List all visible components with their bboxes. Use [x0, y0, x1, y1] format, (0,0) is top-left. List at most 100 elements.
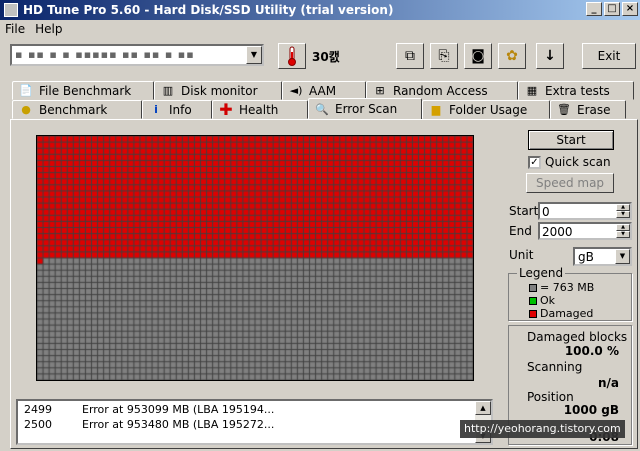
options-button[interactable]: ✿ — [498, 43, 526, 69]
position-value: 1000 gB — [563, 403, 619, 417]
copy-text-button[interactable]: ⎘ — [430, 43, 458, 69]
log-row-text: Error at 953480 MB (LBA 195272... — [82, 418, 275, 431]
copy-info-button[interactable]: ⧉ — [396, 43, 424, 69]
options-icon: ✿ — [506, 48, 518, 64]
tab-label: Extra tests — [545, 83, 610, 98]
scanning-value: n/a — [597, 376, 619, 390]
green-swatch — [529, 296, 537, 305]
end-field-label: End — [509, 224, 532, 238]
thermometer-icon — [288, 46, 296, 66]
damaged-blocks-label: Damaged blocks — [527, 330, 628, 344]
magnifier-icon: 🔍 — [315, 102, 329, 116]
tab-label: Folder Usage — [449, 102, 528, 117]
menu-file[interactable]: File — [0, 22, 30, 36]
tab-label: Info — [169, 102, 192, 117]
end-value: 2000 — [542, 225, 573, 239]
temperature-readout: 30캜 — [312, 50, 340, 64]
unit-label: Unit — [509, 248, 534, 262]
menu-bar: File Help — [0, 20, 640, 38]
tab-label: Health — [239, 102, 279, 117]
app-icon — [4, 3, 18, 17]
drive-select-value: ▪ ▪▪ ▪ ▪ ▪▪▪▪▪ ▪▪ ▪▪ ▪ ▪▪ ▪▪▪▪▪▪ — [15, 48, 195, 62]
close-button[interactable]: × — [622, 2, 638, 16]
start-button[interactable]: Start — [528, 130, 614, 150]
legend-item-ok: Ok — [529, 294, 555, 307]
minimize-button[interactable]: _ — [586, 2, 602, 16]
clipboard-icon: ⎘ — [438, 48, 450, 64]
download-arrow-icon: ↓ — [544, 48, 556, 64]
log-row-text: Error at 953099 MB (LBA 195194... — [82, 403, 275, 416]
tab-folder-usage[interactable]: ▆ Folder Usage — [422, 100, 550, 119]
tab-erase[interactable]: 🗑 Erase — [550, 100, 626, 119]
tab-label: Erase — [577, 102, 611, 117]
tab-file-benchmark[interactable]: 📄 File Benchmark — [12, 81, 154, 100]
quick-scan-checkbox[interactable]: ✓ Quick scan — [528, 155, 611, 169]
title-bar: HD Tune Pro 5.60 - Hard Disk/SSD Utility… — [0, 0, 640, 20]
thermometer-button[interactable] — [278, 43, 306, 69]
legend-label: = 763 MB — [540, 281, 595, 294]
exit-button[interactable]: Exit — [582, 43, 636, 69]
folder-icon: ▆ — [431, 103, 441, 116]
spin-arrows-icon[interactable]: ▲ ▼ — [616, 224, 630, 238]
tab-disk-monitor[interactable]: ▥ Disk monitor — [154, 81, 282, 100]
spin-arrows-icon[interactable]: ▲ ▼ — [616, 204, 630, 218]
maximize-button[interactable]: □ — [604, 2, 620, 16]
damaged-blocks-value: 100.0 % — [564, 344, 619, 358]
start-value: 0 — [542, 205, 550, 219]
watermark: http://yeohorang.tistory.com — [460, 420, 625, 438]
scan-block-map — [36, 135, 474, 381]
health-cross-icon: ✚ — [219, 100, 233, 119]
trash-icon: 🗑 — [557, 103, 571, 116]
scroll-up-icon[interactable]: ▲ — [475, 401, 491, 415]
tabs-bottom-row: ● Benchmark i Info ✚ Health 🔍 Error Scan… — [12, 98, 626, 119]
log-row: 2500 Error at 953480 MB (LBA 195272... — [24, 418, 274, 432]
info-icon: i — [154, 103, 158, 116]
toolbar: ▪ ▪▪ ▪ ▪ ▪▪▪▪▪ ▪▪ ▪▪ ▪ ▪▪ ▪▪▪▪▪▪ ▼ 30캜 ⧉… — [0, 38, 640, 74]
unit-select[interactable]: gB ▼ — [573, 247, 632, 266]
camera-icon: ◙ — [471, 48, 485, 64]
legend-label: Ok — [540, 294, 556, 307]
log-row-number: 2500 — [24, 418, 52, 431]
window-title: HD Tune Pro 5.60 - Hard Disk/SSD Utility… — [23, 3, 394, 17]
legend-group: Legend = 763 MB Ok Damaged — [508, 266, 632, 321]
legend-label: Damaged — [540, 307, 594, 320]
legend-item-damaged: Damaged — [529, 307, 593, 320]
tab-label: Error Scan — [335, 102, 398, 116]
error-log: 2499 Error at 953099 MB (LBA 195194... 2… — [16, 399, 493, 445]
screenshot-button[interactable]: ◙ — [464, 43, 492, 69]
tab-extra-tests[interactable]: ▦ Extra tests — [518, 81, 634, 100]
disk-monitor-icon: ▥ — [162, 84, 174, 97]
end-spinbox[interactable]: 2000 ▲ ▼ — [538, 222, 632, 240]
tab-error-scan[interactable]: 🔍 Error Scan — [308, 98, 422, 119]
red-swatch — [529, 309, 537, 318]
log-row: 2499 Error at 953099 MB (LBA 195194... — [24, 403, 274, 417]
legend-title: Legend — [517, 266, 566, 280]
unit-value: gB — [578, 250, 594, 264]
drive-select[interactable]: ▪ ▪▪ ▪ ▪ ▪▪▪▪▪ ▪▪ ▪▪ ▪ ▪▪ ▪▪▪▪▪▪ ▼ — [10, 44, 264, 66]
chevron-down-icon[interactable]: ▼ — [246, 46, 262, 64]
extra-tests-icon: ▦ — [526, 84, 538, 97]
copy-icon: ⧉ — [405, 48, 415, 64]
random-access-icon: ⊞ — [375, 84, 385, 97]
start-spinbox[interactable]: 0 ▲ ▼ — [538, 202, 632, 220]
tab-label: AAM — [309, 83, 337, 98]
tab-label: Benchmark — [39, 102, 108, 117]
tab-benchmark[interactable]: ● Benchmark — [12, 100, 142, 119]
tab-label: File Benchmark — [39, 83, 132, 98]
tab-info[interactable]: i Info — [142, 100, 212, 119]
save-button[interactable]: ↓ — [536, 43, 564, 69]
gray-swatch — [529, 283, 537, 292]
tab-label: Random Access — [393, 83, 488, 98]
start-field-label: Start — [509, 204, 539, 218]
speed-map-button[interactable]: Speed map — [526, 173, 614, 193]
legend-item-block-size: = 763 MB — [529, 281, 594, 294]
scanning-label: Scanning — [527, 360, 583, 374]
quick-scan-label: Quick scan — [545, 155, 611, 169]
lightbulb-icon: ● — [21, 103, 31, 116]
checkmark-icon[interactable]: ✓ — [528, 155, 541, 169]
speaker-icon: ◄) — [289, 84, 303, 97]
tab-health[interactable]: ✚ Health — [212, 100, 308, 119]
chevron-down-icon[interactable]: ▼ — [615, 249, 630, 264]
log-row-number: 2499 — [24, 403, 52, 416]
menu-help[interactable]: Help — [30, 22, 67, 36]
